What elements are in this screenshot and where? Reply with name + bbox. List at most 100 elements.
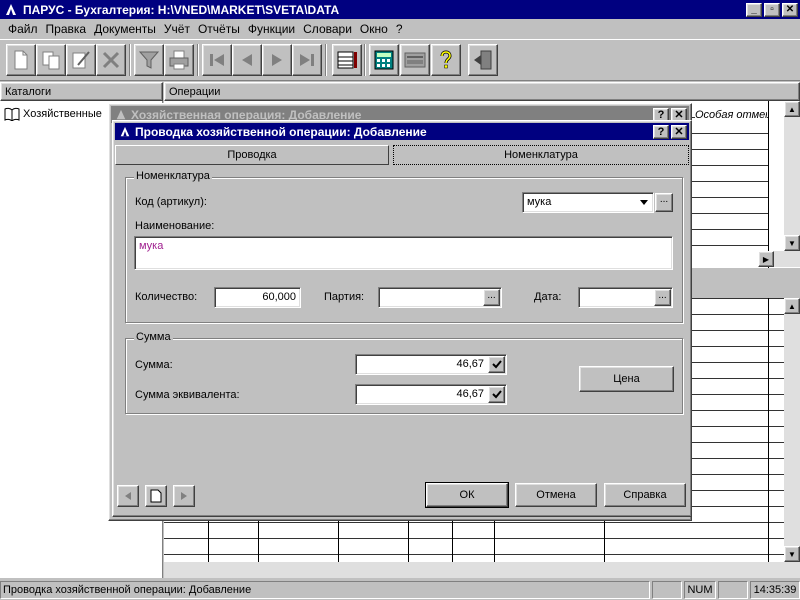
new-document-icon (14, 50, 28, 70)
catalogs-header: Каталоги (0, 82, 163, 101)
scroll-down-icon[interactable]: ▼ (784, 235, 800, 251)
new-button[interactable] (6, 44, 36, 76)
scroll-up-icon[interactable]: ▲ (784, 298, 800, 314)
next-record-button[interactable] (262, 44, 292, 76)
batch-label: Партия: (324, 291, 365, 303)
tab-entry[interactable]: Проводка (115, 145, 389, 165)
next-icon (181, 492, 187, 500)
chevron-down-icon[interactable] (636, 194, 652, 211)
copy-icon (42, 51, 60, 70)
close-button[interactable]: ✕ (782, 2, 798, 17)
code-lookup-button[interactable]: ... (655, 193, 673, 212)
checkmark-icon[interactable] (488, 386, 505, 403)
restore-button[interactable]: ▫ (764, 2, 780, 17)
printer-icon (169, 50, 189, 70)
name-label: Наименование: (135, 220, 215, 232)
prev-icon (125, 492, 131, 500)
horizontal-scrollbar[interactable]: ▶ (758, 251, 800, 267)
menu-window[interactable]: Окно (356, 22, 392, 36)
status-cell-empty-2 (718, 581, 748, 599)
code-field[interactable]: мука (522, 192, 654, 213)
app-icon (116, 109, 126, 119)
name-field[interactable]: мука (134, 236, 673, 270)
prev-entry-button[interactable] (117, 485, 139, 507)
dialog-title-bar[interactable]: Проводка хозяйственной операции: Добавле… (115, 123, 689, 140)
filter-icon (138, 51, 160, 69)
price-button[interactable]: Цена (579, 366, 674, 392)
sum-group-title: Сумма (134, 331, 173, 343)
date-picker-button[interactable]: ... (654, 289, 671, 306)
garant-button[interactable] (400, 44, 430, 76)
menu-accounting[interactable]: Учёт (160, 22, 194, 36)
delete-icon (102, 51, 120, 69)
tree-item-economic[interactable]: Хозяйственные (4, 107, 102, 121)
journal-icon (337, 51, 357, 69)
print-button[interactable] (164, 44, 194, 76)
quantity-label: Количество: (135, 291, 198, 303)
prev-record-button[interactable] (232, 44, 262, 76)
help-dialog-button[interactable]: Справка (604, 483, 686, 507)
status-cell-empty (652, 581, 682, 599)
status-text: Проводка хозяйственной операции: Добавле… (0, 581, 650, 599)
minimize-button[interactable]: _ (746, 2, 762, 17)
vertical-scrollbar[interactable]: ▲ ▼ (784, 101, 800, 251)
tab-nomenclature[interactable]: Номенклатура (393, 145, 689, 165)
new-entry-button[interactable] (145, 485, 167, 507)
garant-icon (404, 52, 426, 68)
horizontal-scrollbar-bottom[interactable] (164, 562, 800, 578)
vertical-scrollbar-bottom[interactable]: ▲ ▼ (784, 298, 800, 562)
scroll-up-icon[interactable]: ▲ (784, 101, 800, 117)
batch-lookup-button[interactable]: ... (483, 289, 500, 306)
menu-reports[interactable]: Отчёты (194, 22, 244, 36)
last-record-button[interactable] (292, 44, 322, 76)
calculator-button[interactable] (369, 44, 399, 76)
delete-button[interactable] (96, 44, 126, 76)
equiv-sum-field[interactable]: 46,67 (355, 384, 507, 405)
filter-button[interactable] (134, 44, 164, 76)
menu-functions[interactable]: Функции (244, 22, 299, 36)
ok-button[interactable]: ОК (425, 482, 509, 508)
status-bar: Проводка хозяйственной операции: Добавле… (0, 578, 800, 600)
exit-button[interactable] (468, 44, 498, 76)
journal-button[interactable] (332, 44, 362, 76)
menu-edit[interactable]: Правка (42, 22, 91, 36)
first-icon (210, 54, 224, 66)
copy-button[interactable] (36, 44, 66, 76)
edit-button[interactable] (66, 44, 96, 76)
checkmark-icon[interactable] (488, 356, 505, 373)
nomenclature-group-title: Номенклатура (134, 170, 212, 182)
close-icon[interactable]: ✕ (671, 124, 687, 139)
menu-help[interactable]: ? (392, 22, 407, 36)
calculator-icon (374, 50, 394, 70)
menu-file[interactable]: Файл (4, 22, 42, 36)
menu-documents[interactable]: Документы (90, 22, 160, 36)
scroll-down-icon[interactable]: ▼ (784, 546, 800, 562)
date-label: Дата: (534, 291, 562, 303)
next-entry-button[interactable] (173, 485, 195, 507)
batch-field[interactable]: ... (378, 287, 502, 308)
sum-group: Сумма Сумма: 46,67 Сумма эквивалента: 46… (125, 331, 683, 414)
special-mark-column-header: Особая отметка (695, 109, 767, 121)
question-icon (440, 50, 452, 69)
status-clock: 14:35:39 (750, 581, 800, 599)
app-icon (120, 126, 130, 136)
cancel-button[interactable]: Отмена (515, 483, 597, 507)
help-question-icon[interactable]: ? (653, 124, 669, 139)
equiv-sum-label: Сумма эквивалента: (135, 389, 240, 401)
nomenclature-group: Номенклатура Код (артикул): мука ... Наи… (125, 170, 683, 323)
edit-icon (72, 51, 90, 69)
scroll-right-icon[interactable]: ▶ (758, 251, 774, 267)
sum-field[interactable]: 46,67 (355, 354, 507, 375)
app-icon (6, 3, 16, 15)
prev-icon (242, 54, 252, 66)
menu-bar: Файл Правка Документы Учёт Отчёты Функци… (0, 19, 800, 39)
date-field[interactable]: ... (578, 287, 673, 308)
first-record-button[interactable] (202, 44, 232, 76)
menu-dictionaries[interactable]: Словари (299, 22, 356, 36)
main-title-bar[interactable]: ПАРУС - Бухгалтерия: H:\VNED\MARKET\SVET… (0, 0, 800, 19)
help-button[interactable] (431, 44, 461, 76)
code-label: Код (артикул): (135, 196, 207, 208)
window-title: ПАРУС - Бухгалтерия: H:\VNED\MARKET\SVET… (23, 2, 340, 17)
quantity-field[interactable]: 60,000 (214, 287, 301, 308)
next-icon (272, 54, 282, 66)
